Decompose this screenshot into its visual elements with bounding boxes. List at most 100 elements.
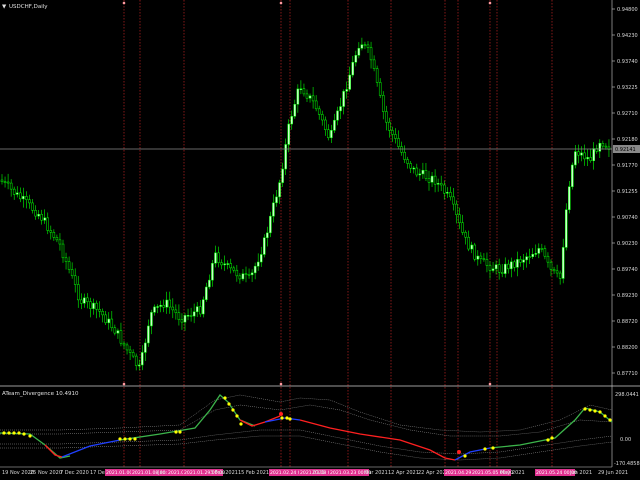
candle-body: [537, 248, 541, 254]
candle-body: [287, 123, 290, 145]
candle-body: [281, 168, 284, 183]
signal-dot: [12, 431, 16, 435]
candle-body: [214, 252, 217, 264]
candle-body: [516, 259, 519, 268]
candle-body: [385, 111, 388, 123]
candle-body: [107, 318, 110, 324]
candle-body: [156, 306, 159, 308]
candle-body: [421, 170, 425, 175]
candle-body: [317, 108, 321, 115]
candle-body: [284, 144, 287, 170]
chart-window[interactable]: ▼ USDCHF,Daily 0.94800 0.94230 0.93740 0.93…: [0, 0, 640, 480]
signal-dot: [178, 430, 182, 434]
signal-dot: [463, 454, 467, 458]
candle-body: [314, 100, 318, 110]
signal-dot: [133, 437, 137, 441]
candle-body: [400, 146, 403, 153]
candle-body: [473, 244, 476, 260]
candle-body: [406, 159, 409, 164]
time-axis-label: 2021: [312, 470, 325, 476]
candle-body: [208, 279, 211, 288]
candle-body: [424, 170, 428, 179]
candle-body: [104, 314, 107, 324]
time-axis-label: 25 Nov 2020: [30, 470, 62, 476]
candle-body: [58, 239, 62, 245]
candle-body: [439, 183, 443, 186]
candle-body: [488, 265, 492, 271]
candle-body: [296, 88, 300, 105]
candle-body: [369, 47, 373, 61]
candle-body: [476, 255, 480, 260]
candle-body: [165, 299, 168, 308]
signal-dot: [17, 431, 21, 435]
candle-body: [241, 273, 245, 280]
candle-body: [510, 261, 513, 270]
candle-body: [467, 236, 470, 250]
candle-body: [235, 269, 239, 277]
time-axis-label: Mar 2021: [364, 470, 388, 476]
signal-dot: [231, 408, 235, 412]
time-axis-tag-text: 2021.01.08 00:00: [132, 470, 173, 476]
candle-body: [299, 88, 303, 90]
signal-dot: [28, 434, 32, 438]
candle-body: [168, 299, 171, 308]
candle-body: [491, 268, 495, 271]
candle-body: [528, 256, 531, 258]
signal-dot: [588, 408, 592, 412]
candle-body: [308, 95, 312, 99]
time-axis-label: 7 Dec 2020: [60, 470, 89, 476]
candle-body: [131, 352, 135, 357]
price-axis-label: 0.89740: [617, 267, 638, 273]
candle-body: [601, 143, 605, 147]
candle-body: [549, 261, 553, 270]
candle-body: [28, 199, 31, 204]
candle-body: [177, 312, 181, 320]
divergence-marker: [279, 1, 283, 5]
candle-body: [403, 151, 406, 160]
candle-body: [534, 253, 537, 255]
candle-body: [232, 267, 236, 271]
candle-body: [555, 270, 559, 274]
candle-body: [12, 188, 16, 195]
candle-body: [348, 74, 351, 90]
candle-body: [256, 261, 260, 267]
candle-body: [272, 202, 275, 217]
candle-body: [64, 257, 68, 262]
candle-body: [147, 325, 150, 344]
candle-body: [3, 181, 7, 183]
candle-body: [568, 186, 571, 210]
candle-body: [253, 265, 257, 274]
candle-body: [70, 269, 74, 277]
candle-body: [150, 312, 153, 327]
time-axis-label: 15 Feb 2021: [238, 470, 269, 476]
candle-body: [55, 237, 59, 241]
candle-body: [485, 259, 489, 266]
candle-body: [220, 262, 223, 266]
price-axis-label: 0.90740: [617, 215, 638, 221]
candle-body: [159, 304, 162, 307]
candle-body: [455, 203, 458, 215]
time-axis-label: May 2021: [500, 470, 525, 476]
signal-dot-red: [279, 412, 283, 416]
time-axis-label: 3 Feb 2021: [210, 470, 238, 476]
candle-body: [174, 309, 178, 313]
signal-dot: [239, 422, 243, 426]
candle-body: [449, 192, 452, 198]
candle-body: [226, 263, 229, 265]
candle-body: [31, 202, 34, 211]
candle-body: [302, 88, 306, 95]
candle-body: [52, 231, 56, 238]
candle-body: [391, 130, 394, 135]
candle-body: [558, 272, 562, 279]
candle-body: [388, 121, 391, 131]
candle-body: [443, 184, 446, 194]
candle-body: [577, 151, 580, 156]
candle-body: [238, 275, 242, 280]
signal-dot: [280, 416, 284, 420]
candle-body: [275, 196, 278, 204]
candle-body: [86, 297, 89, 302]
divergence-marker: [488, 382, 492, 386]
candle-body: [305, 93, 309, 99]
signal-dot: [22, 432, 26, 436]
signal-dot: [285, 416, 289, 420]
